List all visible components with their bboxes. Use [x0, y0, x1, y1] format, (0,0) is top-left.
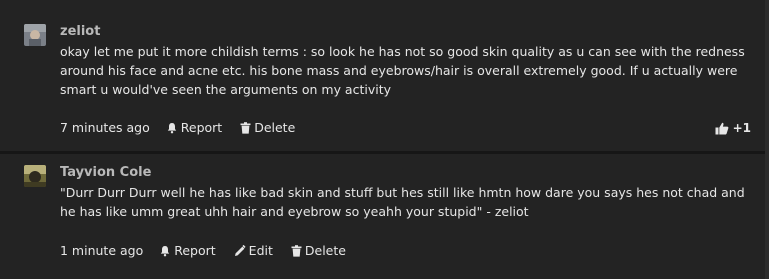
- scrollbar[interactable]: [765, 0, 769, 279]
- pencil-icon: [234, 244, 246, 256]
- trash-icon: [291, 244, 302, 257]
- comment-timestamp: 1 minute ago: [60, 243, 144, 258]
- comment-actions: 7 minutes ago Report Delete: [60, 120, 313, 135]
- upvote-button[interactable]: +1: [715, 121, 751, 135]
- vote-count: +1: [732, 121, 751, 135]
- edit-label: Edit: [248, 243, 273, 258]
- comment-body: "Durr Durr Durr well he has like bad ski…: [60, 185, 745, 219]
- comment-tayvion-cole: Tayvion Cole "Durr Durr Durr well he has…: [0, 154, 765, 279]
- report-label: Report: [180, 120, 223, 135]
- report-button[interactable]: Report: [159, 243, 216, 258]
- trash-icon: [240, 121, 251, 134]
- comment-body: okay let me put it more childish terms :…: [60, 44, 745, 97]
- delete-button[interactable]: Delete: [291, 243, 346, 258]
- edit-button[interactable]: Edit: [234, 243, 273, 258]
- avatar[interactable]: [24, 24, 46, 46]
- comment-actions: 1 minute ago Report Edit Delete: [60, 243, 364, 258]
- thumbs-up-icon: [715, 122, 728, 134]
- report-button[interactable]: Report: [166, 120, 222, 135]
- comment-thread: zeliot okay let me put it more childish …: [0, 0, 769, 279]
- comment-zeliot: zeliot okay let me put it more childish …: [0, 0, 765, 151]
- report-label: Report: [174, 243, 216, 258]
- comment-author[interactable]: Tayvion Cole: [60, 165, 151, 180]
- delete-label: Delete: [304, 243, 346, 258]
- bell-icon: [161, 245, 170, 256]
- comment-timestamp: 7 minutes ago: [60, 120, 150, 135]
- comment-author[interactable]: zeliot: [60, 24, 100, 39]
- bell-icon: [167, 122, 176, 133]
- delete-label: Delete: [254, 120, 296, 135]
- delete-button[interactable]: Delete: [240, 120, 295, 135]
- avatar[interactable]: [24, 165, 46, 187]
